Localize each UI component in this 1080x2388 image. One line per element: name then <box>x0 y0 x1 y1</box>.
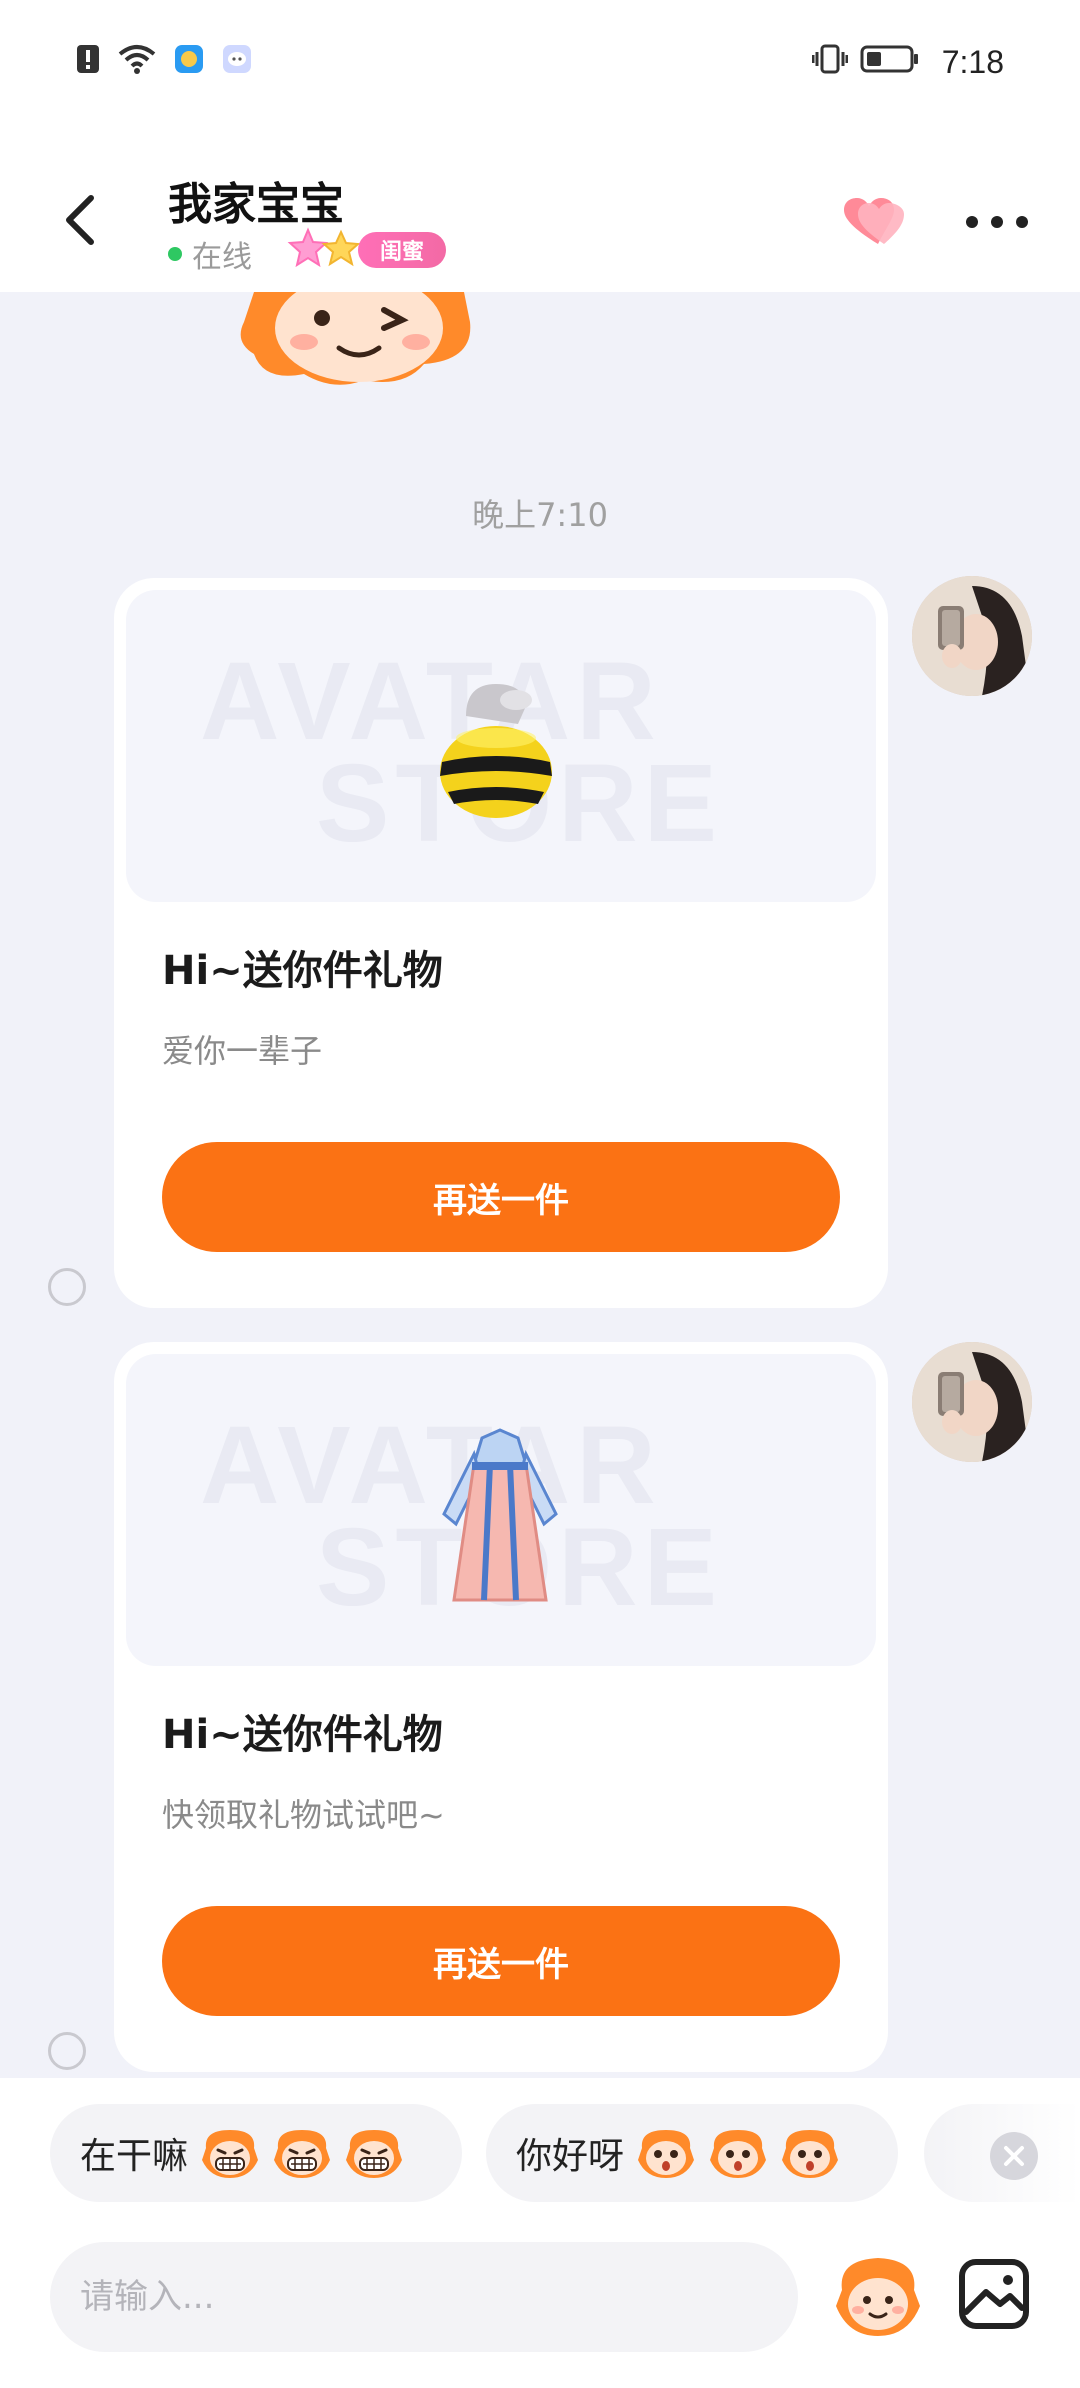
surprised-mascot-emoji-icon <box>782 2130 839 2178</box>
gift-card-title: Hi~送你件礼物 <box>162 948 443 994</box>
chat-header: 我家宝宝 在线 闺蜜 <box>0 150 1080 292</box>
chevron-left-icon <box>66 195 94 245</box>
grinning-mascot-emoji-icon <box>202 2130 259 2178</box>
status-time: 7:18 <box>941 44 1004 80</box>
gift-image-area[interactable]: AVATAR STORE <box>126 590 876 902</box>
gift-card-subtitle: 快领取礼物试试吧~ <box>162 1796 445 1834</box>
intimacy-heart-button[interactable] <box>838 196 910 248</box>
surprised-mascot-emoji-icon <box>638 2130 695 2178</box>
image-icon <box>959 2259 1029 2329</box>
badge-label: 闺蜜 <box>358 232 446 268</box>
status-bar: 7:18 <box>0 0 1080 130</box>
quick-reply-chip[interactable]: 你好呀 <box>486 2104 898 2202</box>
image-picker-button[interactable] <box>956 2256 1032 2332</box>
avatar-photo-icon <box>912 1342 1032 1462</box>
back-button[interactable] <box>50 190 110 250</box>
contact-name[interactable]: 我家宝宝 <box>168 168 344 232</box>
more-options-button[interactable] <box>966 202 1028 242</box>
sender-avatar[interactable] <box>912 576 1032 696</box>
more-dot-icon <box>966 216 978 228</box>
mascot-sticker-icon <box>240 274 471 385</box>
online-dot <box>168 247 182 261</box>
online-status: 在线 <box>168 232 252 276</box>
more-dot-icon <box>991 216 1003 228</box>
sticker-message <box>234 274 484 392</box>
bee-bag-icon <box>440 684 552 818</box>
relationship-badge[interactable]: 闺蜜 <box>286 226 446 272</box>
quick-reply-label: 在干嘛 <box>80 2136 189 2177</box>
message-input-box[interactable] <box>50 2242 798 2352</box>
quick-reply-row: 在干嘛 你好呀 <box>0 2104 1080 2204</box>
hanfu-dress-icon <box>442 1428 558 1602</box>
time-divider: 晚上7:10 <box>472 496 608 534</box>
gift-card-subtitle: 爱你一辈子 <box>162 1032 323 1070</box>
status-icons-right <box>812 44 920 74</box>
app-notification-icon <box>175 45 203 73</box>
close-icon <box>1004 2146 1024 2166</box>
wifi-icon <box>118 45 156 74</box>
send-another-button[interactable]: 再送一件 <box>162 1906 840 2016</box>
status-icons-left <box>76 44 252 74</box>
grinning-mascot-emoji-icon <box>346 2130 403 2178</box>
avatar-photo-icon <box>912 576 1032 696</box>
send-another-button[interactable]: 再送一件 <box>162 1142 840 1252</box>
online-status-label: 在线 <box>192 240 252 275</box>
hearts-icon <box>844 198 904 244</box>
vibrate-icon <box>812 44 848 74</box>
gift-image-area[interactable]: AVATAR STORE <box>126 1354 876 1666</box>
sticker-button[interactable] <box>832 2250 924 2342</box>
more-dot-icon <box>1016 216 1028 228</box>
battery-icon <box>860 45 918 73</box>
message-select-checkbox[interactable] <box>48 2032 86 2070</box>
sender-avatar[interactable] <box>912 1342 1032 1462</box>
gift-card-message[interactable]: AVATAR STORE Hi~送你件礼物 爱你一辈子 再送一件 <box>114 578 888 1308</box>
gift-card-title: Hi~送你件礼物 <box>162 1712 443 1758</box>
grinning-mascot-emoji-icon <box>274 2130 331 2178</box>
close-quick-replies-button[interactable] <box>990 2132 1038 2180</box>
quick-reply-label: 你好呀 <box>516 2136 625 2177</box>
chat-app-notification-icon <box>223 45 251 73</box>
bottom-panel: 在干嘛 你好呀 <box>0 2078 1080 2388</box>
message-input[interactable] <box>50 2242 798 2352</box>
message-select-checkbox[interactable] <box>48 1268 86 1306</box>
mascot-sticker-icon <box>836 2258 920 2336</box>
surprised-mascot-emoji-icon <box>710 2130 767 2178</box>
quick-reply-chip[interactable]: 在干嘛 <box>50 2104 462 2202</box>
gift-card-message[interactable]: AVATAR STORE Hi~送你件礼物 快领取礼物试试吧~ 再送一件 <box>114 1342 888 2072</box>
sim-alert-icon <box>77 45 99 73</box>
